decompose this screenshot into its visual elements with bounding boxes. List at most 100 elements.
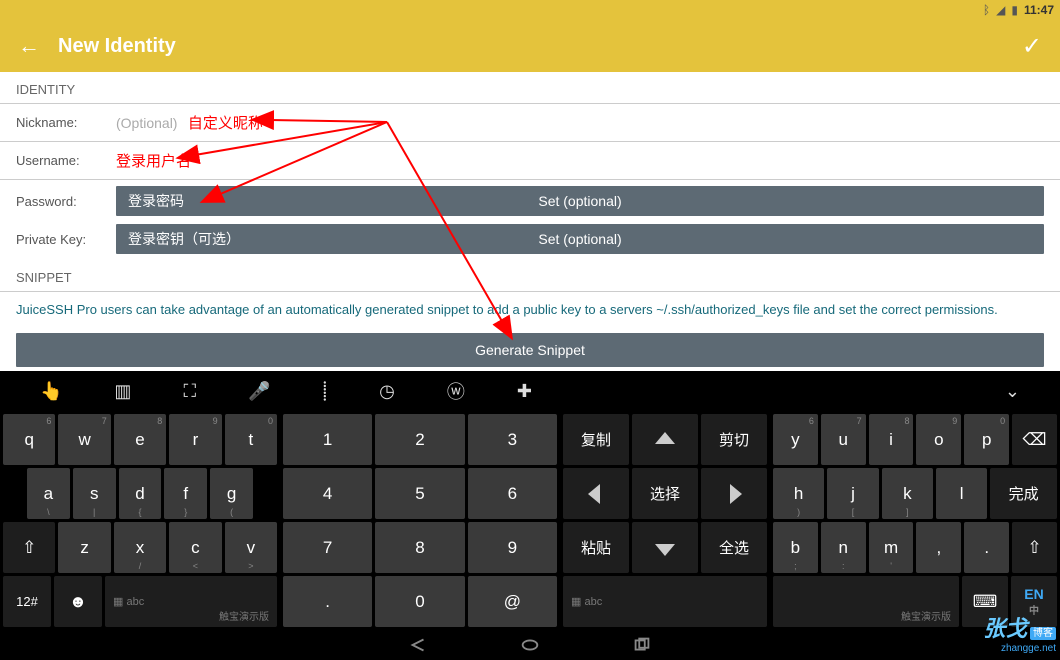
nav-back-icon[interactable] — [407, 637, 429, 653]
key-k[interactable]: k] — [882, 468, 933, 519]
key-e[interactable]: e8 — [114, 414, 166, 465]
touch-icon[interactable]: 👆 — [40, 381, 62, 402]
key-q[interactable]: q6 — [3, 414, 55, 465]
key-u[interactable]: u7 — [821, 414, 866, 465]
password-label: Password: — [16, 194, 116, 209]
key-arrow-left[interactable] — [563, 468, 629, 519]
key-keyboard-switch[interactable]: ⌨ — [962, 576, 1008, 627]
key-h[interactable]: h) — [773, 468, 824, 519]
expand-icon[interactable]: ⛶ — [183, 381, 196, 402]
key-s[interactable]: s| — [73, 468, 116, 519]
mic-icon[interactable]: 🎤 — [248, 381, 270, 402]
key-paste[interactable]: 粘贴 — [563, 522, 629, 573]
key-shift-right[interactable]: ⇧ — [1012, 522, 1057, 573]
key-d[interactable]: d{ — [119, 468, 162, 519]
key-a[interactable]: a\ — [27, 468, 70, 519]
keyboard-right-panel: y6 u7 i8 o9 p0 ⌫ h) j[ k] l 完成 b; n: m' … — [770, 411, 1060, 630]
back-icon[interactable]: ← — [18, 33, 40, 59]
android-status-bar: ᛒ ◢ ▮ 11:47 — [0, 0, 1060, 20]
privatekey-annotation: 登录密钥（可选） — [116, 229, 240, 249]
password-set-text: Set (optional) — [538, 193, 621, 209]
confirm-icon[interactable]: ✓ — [1022, 32, 1042, 61]
nav-recents-icon[interactable] — [631, 637, 653, 653]
key-f[interactable]: f} — [164, 468, 207, 519]
privatekey-label: Private Key: — [16, 232, 116, 247]
key-arrow-right[interactable] — [701, 468, 767, 519]
section-snippet: SNIPPET — [0, 260, 1060, 292]
cursor-icon[interactable]: ⸽ — [322, 379, 327, 403]
key-mode-switch[interactable]: 12# — [3, 576, 51, 627]
key-period[interactable]: . — [964, 522, 1009, 573]
bluetooth-icon: ᛒ — [983, 3, 990, 17]
key-spacebar-center[interactable]: ▦ abc — [563, 576, 767, 627]
privatekey-set-button[interactable]: 登录密钥（可选） Set (optional) — [116, 224, 1044, 254]
key-selectall[interactable]: 全选 — [701, 522, 767, 573]
key-dot[interactable]: . — [283, 576, 372, 627]
key-emoji[interactable]: ☻ — [54, 576, 102, 627]
key-7[interactable]: 7 — [283, 522, 372, 573]
keyboard-edit-panel: 复制 剪切 选择 粘贴 全选 ▦ abc — [560, 411, 770, 630]
generate-snippet-button[interactable]: Generate Snippet — [16, 333, 1044, 367]
key-shift[interactable]: ⇧ — [3, 522, 55, 573]
key-9[interactable]: 9 — [468, 522, 557, 573]
field-privatekey: Private Key: 登录密钥（可选） Set (optional) — [0, 222, 1060, 260]
app-bar: ← New Identity ✓ — [0, 20, 1060, 72]
key-0[interactable]: 0 — [375, 576, 464, 627]
clock-icon[interactable]: ◷ — [379, 381, 395, 402]
section-identity: IDENTITY — [0, 72, 1060, 104]
key-spacebar-right[interactable]: 触宝演示版 — [773, 576, 959, 627]
android-navbar — [0, 630, 1060, 660]
keyboard-left-panel: q6 w7 e8 r9 t0 a\ s| d{ f} g( ⇧ z x/ c< … — [0, 411, 280, 630]
key-t[interactable]: t0 — [225, 414, 277, 465]
key-m[interactable]: m' — [869, 522, 914, 573]
field-username: Username: 登录用户名 — [0, 142, 1060, 180]
weibo-icon[interactable]: ⓦ — [447, 378, 465, 404]
privatekey-set-text: Set (optional) — [538, 231, 621, 247]
key-spacebar-left[interactable]: ▦ abc 触宝演示版 — [105, 576, 277, 627]
key-j[interactable]: j[ — [827, 468, 878, 519]
key-n[interactable]: n: — [821, 522, 866, 573]
key-o[interactable]: o9 — [916, 414, 961, 465]
key-at[interactable]: @ — [468, 576, 557, 627]
password-annotation: 登录密码 — [116, 191, 184, 211]
key-z[interactable]: z — [58, 522, 110, 573]
key-select[interactable]: 选择 — [632, 468, 698, 519]
key-5[interactable]: 5 — [375, 468, 464, 519]
key-b[interactable]: b; — [773, 522, 818, 573]
key-g[interactable]: g( — [210, 468, 253, 519]
key-y[interactable]: y6 — [773, 414, 818, 465]
key-copy[interactable]: 复制 — [563, 414, 629, 465]
split-icon[interactable]: ▥ — [114, 381, 131, 402]
key-x[interactable]: x/ — [114, 522, 166, 573]
key-w[interactable]: w7 — [58, 414, 110, 465]
field-nickname: Nickname: (Optional) 自定义昵称 — [0, 104, 1060, 142]
status-time: 11:47 — [1024, 3, 1054, 17]
nav-home-icon[interactable] — [519, 637, 541, 653]
collapse-icon[interactable]: ⌄ — [1005, 381, 1020, 402]
key-done[interactable]: 完成 — [990, 468, 1057, 519]
username-label: Username: — [16, 153, 116, 168]
wifi-icon: ◢ — [996, 3, 1005, 17]
key-backspace[interactable]: ⌫ — [1012, 414, 1057, 465]
key-i[interactable]: i8 — [869, 414, 914, 465]
key-arrow-down[interactable] — [632, 522, 698, 573]
key-lang-switch[interactable]: EN中 — [1011, 576, 1057, 627]
key-r[interactable]: r9 — [169, 414, 221, 465]
key-2[interactable]: 2 — [375, 414, 464, 465]
key-6[interactable]: 6 — [468, 468, 557, 519]
key-8[interactable]: 8 — [375, 522, 464, 573]
key-v[interactable]: v> — [225, 522, 277, 573]
key-cut[interactable]: 剪切 — [701, 414, 767, 465]
key-c[interactable]: c< — [169, 522, 221, 573]
nickname-label: Nickname: — [16, 115, 116, 130]
key-l[interactable]: l — [936, 468, 987, 519]
password-set-button[interactable]: 登录密码 Set (optional) — [116, 186, 1044, 216]
key-3[interactable]: 3 — [468, 414, 557, 465]
key-1[interactable]: 1 — [283, 414, 372, 465]
key-p[interactable]: p0 — [964, 414, 1009, 465]
plus-icon[interactable]: ✚ — [517, 381, 532, 402]
key-comma[interactable]: , — [916, 522, 961, 573]
soft-keyboard: 👆 ▥ ⛶ 🎤 ⸽ ◷ ⓦ ✚ ⌄ q6 w7 e8 r9 t0 a\ s| d… — [0, 371, 1060, 630]
key-4[interactable]: 4 — [283, 468, 372, 519]
key-arrow-up[interactable] — [632, 414, 698, 465]
